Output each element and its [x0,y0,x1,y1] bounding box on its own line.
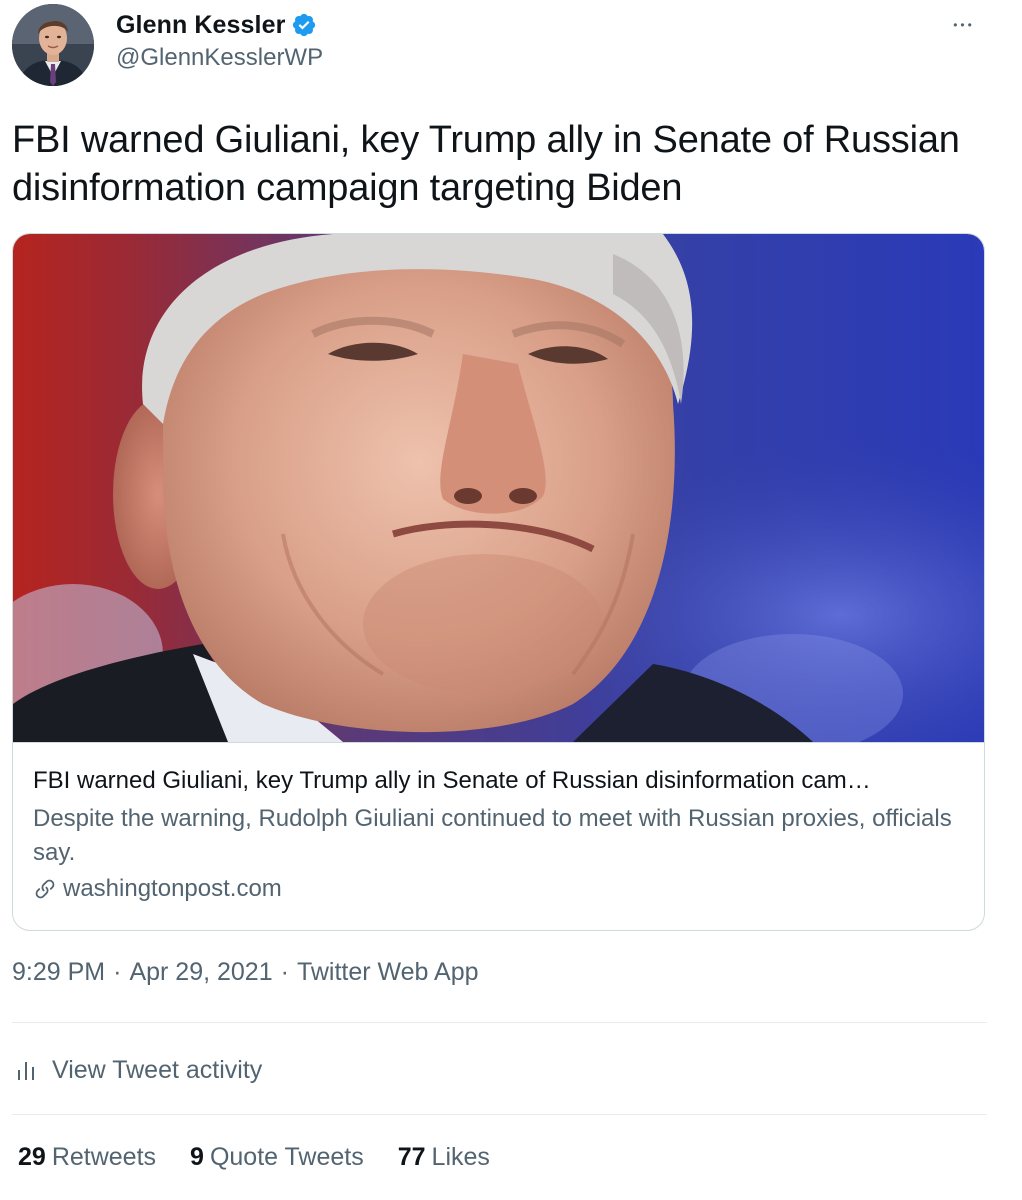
likes-label: Likes [431,1143,490,1171]
quote-tweets-count: 9 [190,1143,204,1171]
tweet-date[interactable]: Apr 29, 2021 [129,958,272,987]
likes-count: 77 [397,1143,426,1171]
avatar[interactable] [12,4,94,86]
retweets-stat[interactable]: 29 Retweets [18,1143,156,1172]
tweet-detail: Glenn Kessler @GlennKesslerWP ••• FBI wa… [0,0,1022,1200]
tweet-stats: 29 Retweets 9 Quote Tweets 77 Likes [18,1143,524,1172]
retweets-label: Retweets [51,1143,157,1171]
likes-stat[interactable]: 77 Likes [398,1143,490,1172]
card-body: FBI warned Giuliani, key Trump ally in S… [33,764,963,906]
bar-chart-icon [14,1057,40,1083]
quote-tweets-stat[interactable]: 9 Quote Tweets [190,1143,364,1172]
display-name-row: Glenn Kessler [116,8,323,42]
avatar-image [12,4,94,86]
link-icon [33,877,57,901]
divider [12,1114,987,1115]
card-description: Despite the warning, Rudolph Giuliani co… [33,805,952,866]
tweet-meta: 9:29 PM · Apr 29, 2021 · Twitter Web App [12,958,479,987]
meta-separator: · [280,958,289,986]
card-domain: washingtonpost.com [33,872,963,906]
display-name[interactable]: Glenn Kessler [116,11,285,40]
quote-tweets-label: Quote Tweets [209,1143,364,1171]
verified-badge-icon [291,12,317,38]
card-domain-text: washingtonpost.com [63,875,282,902]
card-title: FBI warned Giuliani, key Trump ally in S… [33,767,871,794]
user-handle[interactable]: @GlennKesslerWP [116,44,323,72]
user-info: Glenn Kessler @GlennKesslerWP [116,8,323,72]
tweet-time[interactable]: 9:29 PM [12,958,105,987]
more-horizontal-icon: ••• [953,18,975,32]
divider [12,1022,987,1023]
link-preview-card[interactable]: FBI warned Giuliani, key Trump ally in S… [12,233,985,931]
tweet-text: FBI warned Giuliani, key Trump ally in S… [12,119,960,209]
card-photo [13,234,984,742]
retweets-count: 29 [18,1143,46,1171]
card-image [13,234,984,743]
more-options-button[interactable]: ••• [942,10,986,40]
meta-separator: · [113,958,122,986]
view-tweet-activity-label: View Tweet activity [52,1055,263,1084]
view-tweet-activity-button[interactable]: View Tweet activity [14,1050,262,1090]
tweet-source[interactable]: Twitter Web App [297,958,479,987]
